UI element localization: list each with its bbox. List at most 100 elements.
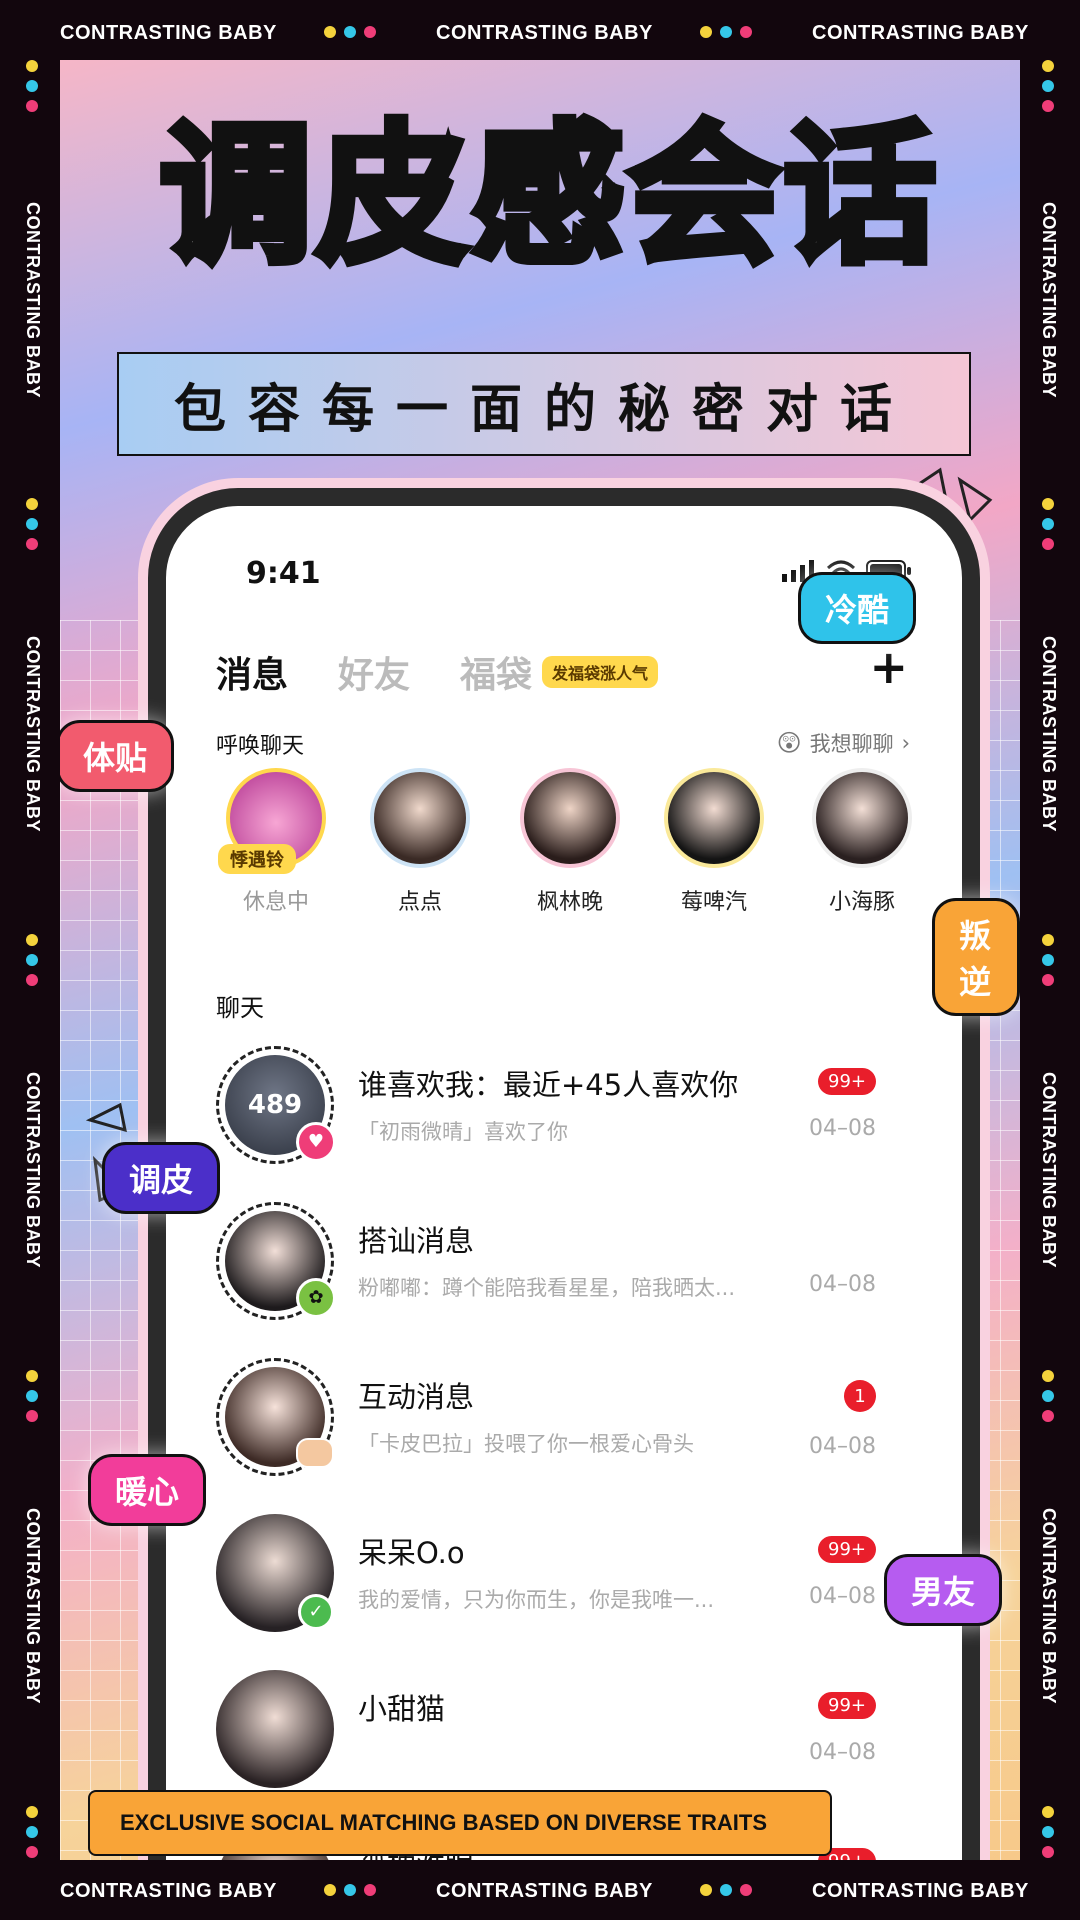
- chat-time: 04–08: [809, 1434, 876, 1459]
- verified-icon: ✓: [298, 1594, 334, 1630]
- trait-tag-cool: 冷酷: [798, 572, 917, 644]
- trait-tag-boyfriend: 男友: [884, 1554, 1003, 1626]
- bottom-banner: EXCLUSIVE SOCIAL MATCHING BASED ON DIVER…: [88, 1790, 832, 1856]
- face-emoji-icon: 😲: [776, 729, 802, 757]
- frame-banner-text: CONTRASTING BABY: [436, 22, 653, 44]
- paw-icon: ✿: [296, 1278, 336, 1318]
- story-avatar: [524, 772, 616, 864]
- summon-chat-label: 呼唤聊天: [216, 734, 305, 759]
- add-button[interactable]: +: [869, 640, 908, 694]
- frame-dots: [324, 26, 376, 38]
- frame-side-text: CONTRASTING BABY: [23, 1508, 43, 1704]
- chat-row[interactable]: 489 ♥ 谁喜欢我：最近+45人喜欢你 「初雨微晴」喜欢了你 99+ 04–0…: [216, 1046, 876, 1176]
- frame-banner-text: CONTRASTING BABY: [60, 22, 277, 44]
- unread-badge: 99+: [818, 1068, 876, 1095]
- tab-messages[interactable]: 消息: [216, 646, 288, 704]
- unread-badge: 1: [844, 1380, 876, 1412]
- poster-frame: CONTRASTING BABY CONTRASTING BABY CONTRA…: [0, 0, 1080, 1920]
- story-item[interactable]: 莓啤汽: [644, 768, 784, 916]
- trait-tag-warm: 暖心: [88, 1454, 207, 1526]
- story-name: 小海豚: [828, 890, 895, 915]
- tab-friends[interactable]: 好友: [338, 646, 410, 698]
- chat-row[interactable]: 小甜猫 99+ 04–08: [216, 1670, 876, 1800]
- trait-tag-playful: 调皮: [102, 1142, 221, 1214]
- story-avatar: [374, 772, 466, 864]
- tab-lucky-bag[interactable]: 福袋: [460, 646, 532, 698]
- heart-icon: ♥: [296, 1122, 336, 1162]
- frame-dots: [1042, 934, 1054, 986]
- trait-tag-caring: 体贴: [60, 720, 175, 792]
- chat-time: 04–08: [809, 1272, 876, 1297]
- chat-name: 互动消息: [358, 1380, 475, 1414]
- chat-name: 小甜猫: [358, 1692, 446, 1726]
- chat-section-label: 聊天: [216, 994, 264, 1022]
- frame-banner-text: CONTRASTING BABY: [812, 1880, 1029, 1902]
- chevron-right-icon: ›: [901, 731, 910, 755]
- chat-preview: 「初雨微晴」喜欢了你: [358, 1120, 568, 1144]
- frame-dots: [324, 1884, 376, 1896]
- frame-dots: [700, 26, 752, 38]
- story-avatar: [816, 772, 908, 864]
- frame-side-text: CONTRASTING BABY: [23, 202, 43, 398]
- story-name: 枫林晚: [536, 890, 603, 915]
- story-avatar: [668, 772, 760, 864]
- chat-name: 搭讪消息: [358, 1224, 475, 1258]
- grid-pattern-left: [60, 620, 140, 1860]
- story-ring: [520, 768, 620, 868]
- frame-dots: [26, 498, 38, 550]
- trait-tag-rebel: 叛逆: [932, 898, 1020, 1016]
- frame-side-text: CONTRASTING BABY: [1039, 1508, 1059, 1704]
- chat-avatar: [216, 1670, 334, 1788]
- poster-canvas: 调皮感会话 包容每一面的秘密对话 9:41 消息 好友 福袋 发福袋涨人气 +: [60, 60, 1020, 1860]
- story-item[interactable]: 小海豚: [792, 768, 932, 916]
- frame-side-text: CONTRASTING BABY: [1039, 636, 1059, 832]
- chat-preview: 我的爱情，只为你而生，你是我唯一...: [358, 1588, 715, 1612]
- frame-banner-text: CONTRASTING BABY: [436, 1880, 653, 1902]
- story-item[interactable]: 点点: [350, 768, 490, 916]
- frame-dots: [1042, 1370, 1054, 1422]
- story-status-badge: 悸遇铃: [218, 844, 296, 874]
- chat-row[interactable]: ✓ 呆呆O.o 我的爱情，只为你而生，你是我唯一... 99+ 04–08: [216, 1514, 876, 1644]
- frame-dots: [26, 1806, 38, 1858]
- frame-dots: [700, 1884, 752, 1896]
- unread-badge: 99+: [818, 1536, 876, 1563]
- story-item[interactable]: 枫林晚: [500, 768, 640, 916]
- story-ring: [664, 768, 764, 868]
- chat-row[interactable]: ✿ 搭讪消息 粉嘟嘟：蹲个能陪我看星星，陪我晒太... 04–08: [216, 1202, 876, 1332]
- unread-badge: 99+: [818, 1692, 876, 1719]
- chat-time: 04–08: [809, 1584, 876, 1609]
- story-ring: [812, 768, 912, 868]
- want-to-chat-link[interactable]: 😲 我想聊聊 ›: [777, 728, 910, 758]
- story-name: 莓啤汽: [680, 890, 747, 915]
- chat-time: 04–08: [809, 1740, 876, 1765]
- chat-name: 呆呆O.o: [358, 1536, 465, 1570]
- frame-dots: [26, 934, 38, 986]
- frame-side-text: CONTRASTING BABY: [1039, 202, 1059, 398]
- promo-badge[interactable]: 发福袋涨人气: [542, 656, 659, 688]
- tab-bar: 消息 好友 福袋: [216, 646, 532, 704]
- frame-banner-text: CONTRASTING BABY: [812, 22, 1029, 44]
- chat-name: 谁喜欢我：最近+45人喜欢你: [358, 1068, 739, 1102]
- frame-dots: [1042, 1806, 1054, 1858]
- frame-dots: [1042, 60, 1054, 112]
- frame-dots: [26, 1370, 38, 1422]
- frame-dots: [26, 60, 38, 112]
- story-name: 点点: [397, 890, 442, 915]
- frame-side-text: CONTRASTING BABY: [23, 1072, 43, 1268]
- chat-preview: 粉嘟嘟：蹲个能陪我看星星，陪我晒太...: [358, 1276, 736, 1300]
- chat-time: 04–08: [809, 1116, 876, 1141]
- story-name: 休息中: [242, 890, 309, 915]
- frame-banner-text: CONTRASTING BABY: [60, 1880, 277, 1902]
- frame-side-text: CONTRASTING BABY: [1039, 1072, 1059, 1268]
- frame-side-text: CONTRASTING BABY: [23, 636, 43, 832]
- status-bar-time: 9:41: [246, 556, 321, 591]
- chat-row[interactable]: 互动消息 「卡皮巴拉」投喂了你一根爱心骨头 1 04–08: [216, 1358, 876, 1488]
- subheadline: 包容每一面的秘密对话: [117, 352, 971, 456]
- story-ring: [370, 768, 470, 868]
- frame-dots: [1042, 498, 1054, 550]
- bone-icon: [296, 1438, 334, 1468]
- phone-mockup: 9:41 消息 好友 福袋 发福袋涨人气 + 呼唤聊天 😲 我想聊聊 › 悸遇铃…: [148, 488, 980, 1860]
- headline: 调皮感会话: [156, 107, 940, 284]
- chat-preview: 「卡皮巴拉」投喂了你一根爱心骨头: [358, 1432, 694, 1456]
- story-item[interactable]: 悸遇铃 休息中: [206, 768, 346, 916]
